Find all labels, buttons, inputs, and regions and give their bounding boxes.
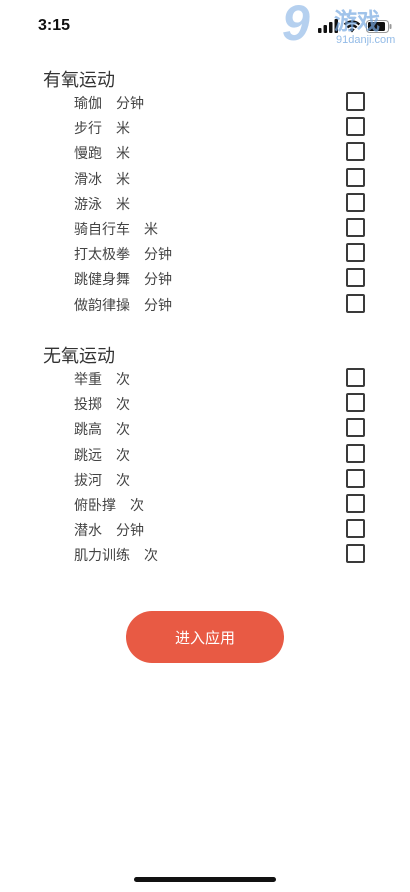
exercise-checkbox[interactable] — [346, 117, 365, 137]
exercise-checkbox[interactable] — [346, 167, 365, 187]
exercise-name: 瑜伽 — [74, 96, 102, 112]
exercise-row[interactable]: 做韵律操 分钟 — [0, 292, 410, 317]
exercise-row[interactable]: 瑜伽 分钟 — [0, 90, 410, 115]
exercise-label: 俯卧撑次 — [74, 495, 144, 515]
exercise-name: 游泳 — [74, 196, 102, 213]
exercise-name: 潜水 — [74, 523, 102, 540]
exercise-label: 拔河次 — [74, 470, 130, 490]
exercise-checkbox[interactable] — [346, 92, 365, 111]
exercise-name: 拔河 — [74, 472, 102, 489]
aerobic-exercise-list: 瑜伽 分钟 步行米慢跑米滑冰米游泳米骑自行车米打太极拳 分钟 跳健身舞 分钟 做韵律操 分钟 — [0, 90, 410, 317]
exercise-name: 投掷 — [74, 397, 102, 414]
exercise-unit: 米 — [116, 196, 130, 213]
exercise-unit: 米 — [116, 171, 130, 188]
exercise-label: 投掷次 — [74, 394, 130, 414]
exercise-unit: 次 — [116, 472, 130, 489]
status-time: 3:15 — [38, 17, 71, 34]
exercise-label: 跳健身舞 分钟 — [74, 269, 172, 289]
exercise-unit: 米 — [116, 146, 130, 163]
enter-app-button[interactable]: 进入应用 — [126, 611, 284, 663]
exercise-checkbox[interactable] — [346, 293, 365, 313]
exercise-checkbox[interactable] — [346, 418, 365, 438]
exercise-row[interactable]: 跳远次 — [0, 442, 410, 467]
exercise-checkbox[interactable] — [346, 544, 365, 564]
exercise-name: 做韵律操 — [74, 297, 130, 314]
exercise-row[interactable]: 跳高次 — [0, 416, 410, 441]
exercise-name: 慢跑 — [74, 146, 102, 163]
exercise-checkbox[interactable] — [346, 393, 365, 413]
exercise-checkbox[interactable] — [346, 192, 365, 212]
exercise-checkbox[interactable] — [346, 493, 365, 513]
exercise-name: 打太极拳 — [74, 247, 130, 264]
exercise-unit: 分钟 — [116, 523, 144, 540]
exercise-checkbox[interactable] — [346, 243, 365, 263]
exercise-name: 肌力训练 — [74, 548, 130, 565]
exercise-unit: 次 — [116, 397, 130, 414]
exercise-label: 游泳米 — [74, 194, 130, 214]
exercise-label: 潜水 分钟 — [74, 520, 144, 540]
exercise-row[interactable]: 步行米 — [0, 115, 410, 140]
exercise-label: 做韵律操 分钟 — [74, 295, 172, 315]
section-title-aerobic: 有氧运动 — [43, 70, 115, 91]
exercise-label: 举重次 — [74, 369, 130, 389]
exercise-row[interactable]: 拔河次 — [0, 467, 410, 492]
exercise-label: 骑自行车米 — [74, 219, 158, 239]
exercise-unit: 次 — [116, 372, 130, 388]
exercise-label: 慢跑米 — [74, 143, 130, 163]
section-title-anaerobic: 无氧运动 — [43, 346, 115, 367]
exercise-row[interactable]: 骑自行车米 — [0, 216, 410, 241]
exercise-label: 打太极拳 分钟 — [74, 244, 172, 264]
exercise-row[interactable]: 肌力训练次 — [0, 542, 410, 567]
exercise-label: 步行米 — [74, 118, 130, 138]
exercise-row[interactable]: 投掷次 — [0, 391, 410, 416]
exercise-checkbox[interactable] — [346, 268, 365, 288]
exercise-checkbox[interactable] — [346, 217, 365, 237]
exercise-unit: 米 — [144, 221, 158, 238]
exercise-row[interactable]: 潜水 分钟 — [0, 517, 410, 542]
exercise-label: 跳高次 — [74, 419, 130, 439]
exercise-unit: 分钟 — [144, 297, 172, 314]
exercise-row[interactable]: 滑冰米 — [0, 166, 410, 191]
exercise-unit: 次 — [116, 422, 130, 439]
exercise-label: 瑜伽 分钟 — [74, 93, 144, 113]
exercise-unit: 分钟 — [144, 272, 172, 289]
exercise-unit: 分钟 — [116, 96, 144, 112]
watermark-logo: 9 游戏 91danji.com — [278, 0, 406, 54]
watermark-logo-mark: 9 — [282, 0, 310, 51]
watermark-title: 游戏 — [334, 9, 380, 35]
exercise-unit: 次 — [116, 447, 130, 464]
exercise-checkbox[interactable] — [346, 368, 365, 387]
exercise-label: 滑冰米 — [74, 169, 130, 189]
exercise-name: 步行 — [74, 121, 102, 138]
exercise-name: 举重 — [74, 372, 102, 388]
exercise-name: 跳高 — [74, 422, 102, 439]
exercise-row[interactable]: 打太极拳 分钟 — [0, 241, 410, 266]
exercise-row[interactable]: 俯卧撑次 — [0, 492, 410, 517]
exercise-checkbox[interactable] — [346, 468, 365, 488]
exercise-checkbox[interactable] — [346, 142, 365, 162]
exercise-row[interactable]: 慢跑米 — [0, 140, 410, 165]
exercise-name: 俯卧撑 — [74, 497, 116, 514]
exercise-unit: 次 — [144, 548, 158, 565]
exercise-name: 骑自行车 — [74, 221, 130, 238]
exercise-checkbox[interactable] — [346, 519, 365, 539]
exercise-row[interactable]: 游泳米 — [0, 191, 410, 216]
exercise-checkbox[interactable] — [346, 443, 365, 463]
watermark-url: 91danji.com — [336, 34, 396, 46]
anaerobic-exercise-list: 举重次投掷次跳高次跳远次拔河次俯卧撑次潜水 分钟 肌力训练次 — [0, 366, 410, 568]
exercise-name: 跳远 — [74, 447, 102, 464]
exercise-label: 跳远次 — [74, 445, 130, 465]
exercise-name: 滑冰 — [74, 171, 102, 188]
exercise-unit: 分钟 — [144, 247, 172, 264]
exercise-unit: 米 — [116, 121, 130, 138]
home-indicator[interactable] — [134, 877, 276, 882]
exercise-label: 肌力训练次 — [74, 545, 158, 565]
exercise-row[interactable]: 举重次 — [0, 366, 410, 391]
exercise-unit: 次 — [130, 497, 144, 514]
exercise-row[interactable]: 跳健身舞 分钟 — [0, 266, 410, 291]
exercise-name: 跳健身舞 — [74, 272, 130, 289]
